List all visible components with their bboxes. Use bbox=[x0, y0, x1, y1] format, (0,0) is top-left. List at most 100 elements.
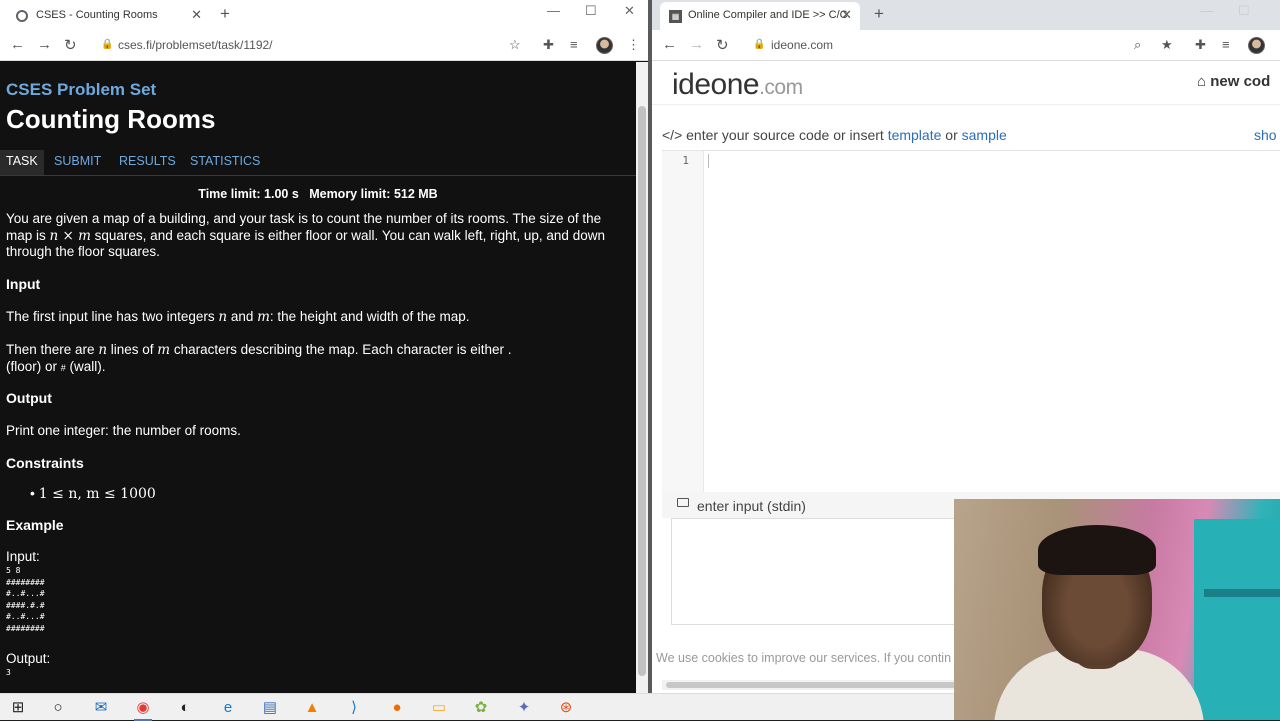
math-n-times-m: n × m bbox=[49, 227, 91, 244]
close-tab-icon[interactable]: ✕ bbox=[841, 7, 852, 23]
firefox-icon[interactable]: ● bbox=[386, 697, 408, 719]
tab-task[interactable]: TASK bbox=[0, 150, 44, 175]
code-dot: . bbox=[507, 342, 512, 357]
left-scrollbar[interactable] bbox=[636, 62, 648, 693]
logo-text: ideone bbox=[672, 68, 760, 101]
constraint-item: • 1 ≤ n, m ≤ 1000 bbox=[30, 485, 156, 502]
forward-icon[interactable]: → bbox=[689, 36, 704, 53]
right-tab-strip: ▦ Online Compiler and IDE >> C/C ✕ + — ☐ bbox=[652, 0, 1280, 30]
edge-icon[interactable]: e bbox=[217, 697, 239, 719]
reload-icon[interactable]: ↻ bbox=[64, 36, 77, 54]
ideone-header: ideone.com ⌂ new cod bbox=[652, 61, 1280, 105]
profile-avatar[interactable] bbox=[596, 37, 613, 54]
text: characters describing the map. Each char… bbox=[170, 342, 508, 357]
left-toolbar: ← → ↻ 🔒 cses.fi/problemset/task/1192/ ☆ … bbox=[0, 30, 648, 61]
media-icon[interactable]: ≡ bbox=[1222, 37, 1230, 52]
ubuntu-icon[interactable]: ⊛ bbox=[555, 697, 577, 719]
tab-cses[interactable]: CSES - Counting Rooms ✕ bbox=[6, 2, 210, 30]
zoom-icon[interactable]: ⌕ bbox=[1134, 37, 1141, 53]
text-caret bbox=[708, 154, 709, 168]
tab-submit[interactable]: SUBMIT bbox=[48, 150, 107, 175]
reload-icon[interactable]: ↻ bbox=[716, 36, 729, 54]
star-icon[interactable]: ☆ bbox=[509, 37, 521, 53]
files-icon[interactable]: ▤ bbox=[259, 697, 281, 719]
limits-text: Time limit: 1.00 s Memory limit: 512 MB bbox=[198, 187, 438, 201]
show-link[interactable]: sho bbox=[1254, 127, 1277, 143]
intro-text-2: squares, and each square is either floor… bbox=[6, 227, 605, 260]
chrome-icon[interactable]: ◉ bbox=[132, 697, 154, 721]
tab-title: Online Compiler and IDE >> C/C bbox=[688, 9, 848, 21]
constraint-math: 1 ≤ n, m ≤ 1000 bbox=[38, 486, 156, 502]
menu-icon[interactable]: ⋮ bbox=[627, 37, 640, 53]
input-paragraph-1: The first input line has two integers n … bbox=[6, 309, 630, 326]
text: Then there are bbox=[6, 342, 99, 357]
horizontal-scrollbar[interactable] bbox=[662, 680, 962, 690]
or-text: or bbox=[941, 127, 962, 143]
math-m: m bbox=[157, 342, 171, 358]
cam-background-wall bbox=[1194, 519, 1280, 720]
example-output-block: 3 bbox=[6, 668, 11, 677]
media-icon[interactable]: ≡ bbox=[570, 37, 578, 52]
cortana-icon[interactable]: ○ bbox=[47, 697, 69, 719]
tab-statistics[interactable]: STATISTICS bbox=[184, 150, 266, 175]
stdin-textarea[interactable] bbox=[671, 518, 961, 625]
address-bar[interactable]: ideone.com bbox=[771, 38, 833, 52]
webcam-overlay bbox=[954, 499, 1280, 720]
tab-results[interactable]: RESULTS bbox=[113, 150, 182, 175]
stdin-label: enter input (stdin) bbox=[697, 498, 806, 514]
text: lines of bbox=[107, 342, 158, 357]
tab-title: CSES - Counting Rooms bbox=[36, 9, 158, 21]
network-icon[interactable]: ✦ bbox=[513, 697, 535, 719]
windows-start-icon[interactable]: ⊞ bbox=[7, 697, 29, 719]
obs-icon[interactable]: ◐ bbox=[174, 697, 196, 719]
page-title: Counting Rooms bbox=[6, 104, 216, 134]
game-icon[interactable]: ✿ bbox=[470, 697, 492, 719]
back-icon[interactable]: ← bbox=[662, 36, 677, 53]
maximize-button[interactable]: ☐ bbox=[1238, 3, 1250, 19]
back-icon[interactable]: ← bbox=[10, 36, 25, 53]
close-window-button[interactable]: ✕ bbox=[624, 3, 635, 19]
math-n: n bbox=[98, 342, 108, 358]
new-code-link[interactable]: ⌂ new cod bbox=[1197, 73, 1270, 90]
new-tab-button[interactable]: + bbox=[220, 4, 230, 24]
output-heading: Output bbox=[6, 390, 52, 406]
scrollbar-thumb[interactable] bbox=[666, 682, 956, 688]
text: (wall). bbox=[65, 358, 106, 374]
lock-icon: 🔒 bbox=[101, 39, 114, 50]
sample-link[interactable]: sample bbox=[962, 127, 1007, 143]
address-bar[interactable]: cses.fi/problemset/task/1192/ bbox=[118, 38, 273, 52]
mail-icon[interactable]: ✉ bbox=[90, 697, 112, 719]
template-link[interactable]: template bbox=[888, 127, 942, 143]
globe-icon bbox=[16, 10, 28, 22]
tab-ideone[interactable]: ▦ Online Compiler and IDE >> C/C ✕ bbox=[660, 2, 860, 30]
input-paragraph-2: Then there are n lines of m characters d… bbox=[6, 342, 630, 376]
star-icon[interactable]: ★ bbox=[1161, 37, 1173, 53]
new-code-label: new cod bbox=[1210, 73, 1271, 90]
vlc-icon[interactable]: ▲ bbox=[301, 697, 323, 719]
right-toolbar: ← → ↻ 🔒 ideone.com ⌕ ★ ✚ ≡ bbox=[652, 30, 1280, 61]
minimize-button[interactable]: — bbox=[547, 3, 560, 18]
vscode-icon[interactable]: ⟩ bbox=[343, 697, 365, 719]
profile-avatar[interactable] bbox=[1248, 37, 1265, 54]
extensions-icon[interactable]: ✚ bbox=[1195, 37, 1206, 53]
ideone-logo[interactable]: ideone.com bbox=[672, 68, 803, 102]
minimize-button[interactable]: — bbox=[1200, 3, 1213, 18]
forward-icon[interactable]: → bbox=[37, 36, 52, 53]
ideone-favicon-icon: ▦ bbox=[669, 10, 682, 23]
folder-icon[interactable]: ▭ bbox=[428, 697, 450, 719]
new-tab-button[interactable]: + bbox=[874, 4, 884, 24]
site-brand-link[interactable]: CSES Problem Set bbox=[6, 80, 156, 100]
scrollbar-thumb[interactable] bbox=[638, 106, 646, 676]
maximize-button[interactable]: ☐ bbox=[585, 3, 597, 19]
logo-domain: .com bbox=[759, 76, 803, 99]
close-tab-icon[interactable]: ✕ bbox=[191, 7, 202, 23]
example-heading: Example bbox=[6, 517, 64, 533]
example-input-block: 5 8 ######## #..#...# ####.#.# #..#...# … bbox=[6, 566, 45, 633]
cam-shelf bbox=[1204, 589, 1280, 597]
extensions-icon[interactable]: ✚ bbox=[543, 37, 554, 53]
output-text: Print one integer: the number of rooms. bbox=[6, 423, 241, 438]
cookie-notice: We use cookies to improve our services. … bbox=[656, 651, 952, 665]
line-gutter: 1 bbox=[662, 151, 704, 493]
code-editor[interactable]: 1 bbox=[662, 150, 1280, 493]
taskbar: ⊞ ○ ✉ ◉ ◐ e ▤ ▲ ⟩ ● ▭ ✿ ✦ ⊛ bbox=[0, 693, 954, 721]
